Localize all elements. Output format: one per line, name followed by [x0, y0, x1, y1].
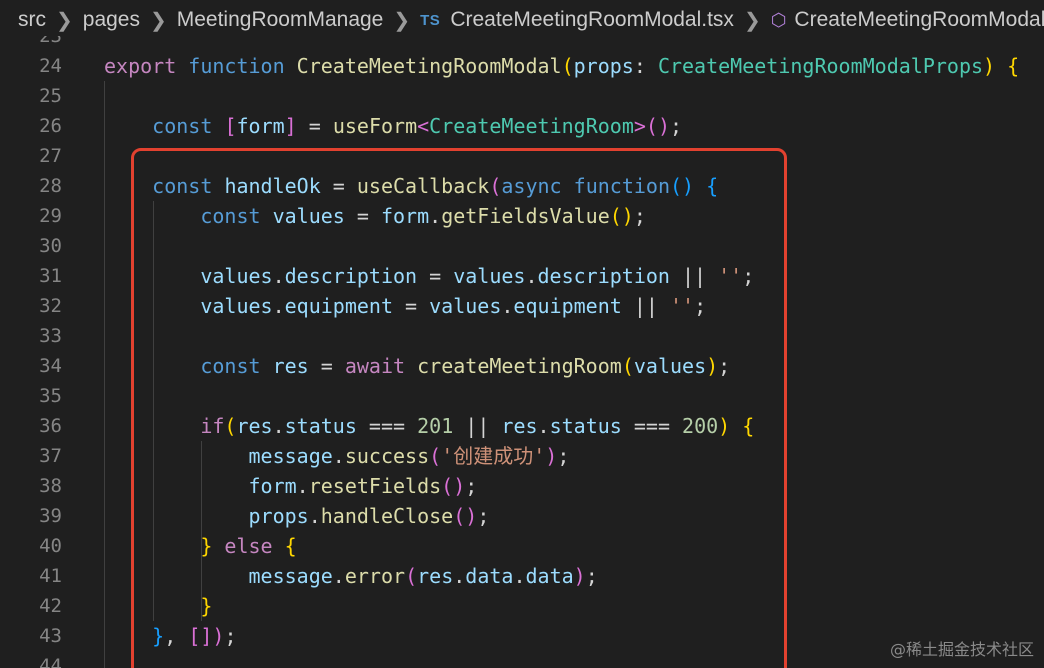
chevron-right-icon: ❯	[393, 9, 411, 32]
line-number: 29	[39, 205, 62, 227]
line-number: 40	[39, 535, 62, 557]
line-number: 23	[39, 36, 62, 47]
line-number: 44	[39, 655, 62, 668]
line-number: 28	[39, 175, 62, 197]
line-number: 26	[39, 115, 62, 137]
code-line[interactable]: 26 const [form] = useForm<CreateMeetingR…	[0, 111, 1044, 141]
line-number: 38	[39, 475, 62, 497]
line-number: 36	[39, 415, 62, 437]
breadcrumb-file[interactable]: CreateMeetingRoomModal.tsx	[450, 8, 734, 32]
code-line[interactable]: 23	[0, 36, 1044, 51]
chevron-right-icon: ❯	[56, 9, 73, 32]
code-line[interactable]: 24 export function CreateMeetingRoomModa…	[0, 51, 1044, 81]
chevron-right-icon: ❯	[743, 9, 761, 32]
breadcrumb-meetingroommanage[interactable]: MeetingRoomManage	[177, 8, 384, 32]
typescript-file-icon: TS	[420, 11, 441, 29]
breadcrumb-symbol[interactable]: CreateMeetingRoomModal	[794, 8, 1044, 32]
symbol-method-icon: ⬡	[770, 9, 787, 30]
chevron-right-icon: ❯	[149, 9, 167, 32]
line-number: 32	[39, 295, 62, 317]
line-number: 24	[39, 55, 62, 77]
line-number: 25	[39, 85, 62, 107]
line-number: 30	[39, 235, 62, 257]
line-number: 31	[39, 265, 62, 287]
line-number: 37	[39, 445, 62, 467]
line-number: 34	[39, 355, 62, 377]
breadcrumb: src ❯ pages ❯ MeetingRoomManage ❯ TS Cre…	[0, 0, 1044, 40]
code-line[interactable]: 25	[0, 81, 1044, 111]
line-number: 35	[39, 385, 62, 407]
line-number: 43	[39, 625, 62, 647]
code-editor[interactable]: 23 24 export function CreateMeetingRoomM…	[0, 36, 1044, 668]
watermark: @稀土掘金技术社区	[889, 640, 1034, 659]
breadcrumb-pages[interactable]: pages	[83, 8, 140, 32]
line-number: 39	[39, 505, 62, 527]
line-number: 42	[39, 595, 62, 617]
breadcrumb-src[interactable]: src	[18, 8, 46, 32]
line-number: 27	[39, 145, 62, 167]
line-number: 41	[39, 565, 62, 587]
line-number: 33	[39, 325, 62, 347]
code-text: export function CreateMeetingRoomModal(p…	[104, 54, 1020, 78]
code-text: const [form] = useForm<CreateMeetingRoom…	[152, 114, 683, 138]
highlight-box	[131, 148, 787, 668]
